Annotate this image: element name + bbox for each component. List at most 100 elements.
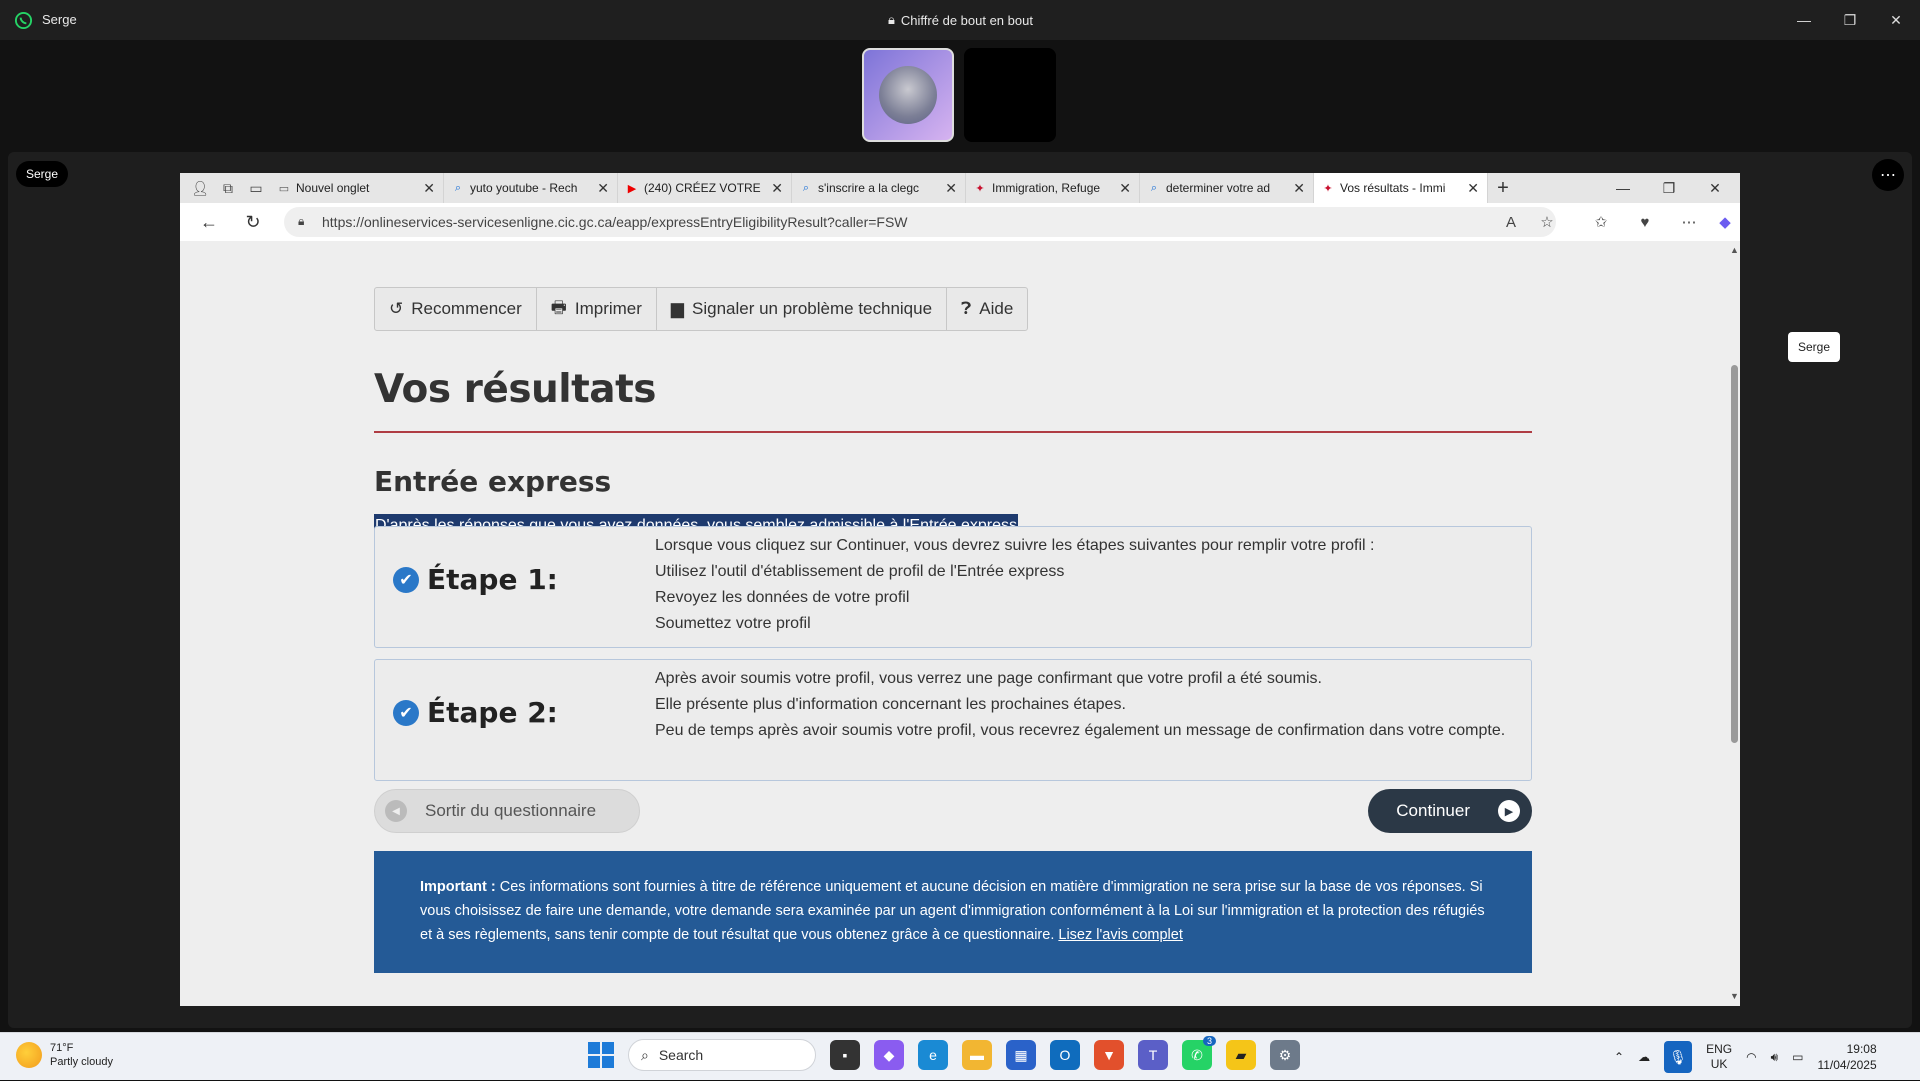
settings-more-icon[interactable]: ⋯ [1674, 207, 1704, 237]
copilot-app-icon[interactable]: ◆ [874, 1040, 904, 1070]
restart-icon: ↺ [389, 299, 404, 318]
copilot-icon[interactable]: ◆ [1710, 207, 1740, 237]
profile-icon[interactable]: 👤︎ [186, 173, 214, 203]
close-button[interactable]: ✕ [1876, 6, 1916, 34]
encryption-label: 🔒︎ Chiffré de bout en bout [888, 12, 1033, 28]
windows-start-icon[interactable] [588, 1042, 614, 1068]
taskbar-search[interactable]: ⌕ Search [628, 1039, 816, 1071]
lock-icon: 🔒︎ [298, 214, 305, 228]
read-aloud-icon[interactable]: A [1496, 207, 1526, 237]
important-notice: Important : Ces informations sont fourni… [374, 851, 1532, 973]
page-title: Vos résultats [374, 367, 656, 412]
language-indicator[interactable]: ENG UK [1706, 1042, 1732, 1072]
sticky-notes-icon[interactable]: ▰ [1226, 1040, 1256, 1070]
section-title: Entrée express [374, 465, 612, 498]
step-2-panel: ✔ Étape 2: Après avoir soumis votre profi… [374, 659, 1532, 781]
report-problem-button[interactable]: ▆ Signaler un problème technique [657, 288, 948, 330]
wifi-icon[interactable]: ◠ [1746, 1050, 1756, 1064]
close-tab-icon[interactable]: ✕ [597, 180, 609, 197]
partly-cloudy-icon [16, 1042, 42, 1068]
step-2-label: ✔ Étape 2: [393, 696, 558, 729]
search-icon: ⌕ [802, 181, 810, 194]
outlook-icon[interactable]: O [1050, 1040, 1080, 1070]
url-field[interactable]: 🔒︎ https://onlineservices-servicesenlign… [284, 207, 1556, 237]
microphone-icon[interactable]: 🎙︎ [1664, 1041, 1693, 1073]
page-scrollbar[interactable]: ▲ ▼ [1728, 241, 1740, 1006]
tab-actions-icon[interactable]: ▭ [242, 173, 270, 203]
page-icon: ▭ [278, 182, 290, 195]
tab-title: Vos résultats - Immi [1340, 181, 1446, 195]
collections-icon[interactable]: ⧉ [214, 173, 242, 203]
clock[interactable]: 19:08 11/04/2025 [1817, 1041, 1876, 1073]
chevron-up-icon[interactable]: ⌃ [1614, 1050, 1624, 1064]
checkmark-icon: ✔ [393, 699, 419, 726]
tab-title: determiner votre ad [1166, 181, 1271, 195]
file-explorer-icon[interactable]: ▬ [962, 1040, 992, 1070]
browser-tab[interactable]: ⌕ yuto youtube - Rech ✕ [444, 173, 618, 203]
browser-tab[interactable]: ▶ (240) CRÉEZ VOTRE I ✕ [618, 173, 792, 203]
battery-icon[interactable]: ▭ [1792, 1050, 1803, 1064]
close-tab-icon[interactable]: ✕ [945, 180, 957, 197]
taskbar-apps: ⌕ Search ▪ ◆ e ▬ ▦ O ▼ T ✆ 3 ▰ ⚙ [588, 1036, 1300, 1071]
print-button[interactable]: 🖶︎ Imprimer [537, 288, 657, 330]
close-tab-icon[interactable]: ✕ [1119, 180, 1131, 197]
close-tab-icon[interactable]: ✕ [771, 180, 783, 197]
task-view-icon[interactable]: ▪ [830, 1040, 860, 1070]
refresh-icon[interactable]: ↻ [238, 207, 268, 237]
scrollbar-thumb[interactable] [1731, 365, 1738, 743]
store-icon[interactable]: ▦ [1006, 1040, 1036, 1070]
browser-restore-button[interactable]: ❐ [1646, 173, 1692, 203]
continue-button[interactable]: Continuer ▶ [1368, 789, 1532, 833]
participant-name-badge: Serge [16, 161, 69, 187]
step-1-panel: ✔ Étape 1: Lorsque vous cliquez sur Conti… [374, 526, 1532, 648]
participant-thumbnail-self[interactable] [862, 48, 954, 142]
search-icon: ⌕ [1150, 181, 1158, 194]
maximize-button[interactable]: ❐ [1830, 6, 1870, 34]
youtube-icon: ▶ [627, 182, 637, 195]
read-full-notice-link[interactable]: Lisez l'avis complet [1058, 927, 1182, 943]
browser-tab[interactable]: ⌕ s'inscrire a la clegc ✕ [792, 173, 966, 203]
search-icon: ⌕ [641, 1046, 649, 1063]
weather-widget[interactable]: 71°F Partly cloudy [16, 1041, 113, 1069]
close-tab-icon[interactable]: ✕ [1293, 180, 1305, 197]
favorite-star-icon[interactable]: ☆ [1532, 207, 1562, 237]
browser-minimize-button[interactable]: — [1600, 173, 1646, 203]
restart-button[interactable]: ↺ Recommencer [375, 288, 537, 330]
browser-essentials-icon[interactable]: ♥ [1630, 207, 1660, 237]
brave-icon[interactable]: ▼ [1094, 1040, 1124, 1070]
exit-questionnaire-button[interactable]: ◀ Sortir du questionnaire [374, 789, 640, 833]
tab-title: Immigration, Refuge [992, 181, 1101, 195]
minimize-button[interactable]: — [1784, 6, 1824, 34]
tab-title: yuto youtube - Rech [470, 181, 578, 195]
whatsapp-taskbar-icon[interactable]: ✆ 3 [1182, 1036, 1216, 1070]
back-arrow-icon: ◀ [385, 800, 407, 822]
system-tray: ⌃ ☁ 🎙︎ ENG UK ◠ 🔊︎ ▭ 19:08 11/04/2025 [1614, 1033, 1877, 1081]
lock-icon: 🔒︎ [888, 12, 895, 27]
favorites-icon[interactable]: ✩ [1586, 207, 1616, 237]
browser-close-button[interactable]: ✕ [1692, 173, 1738, 203]
onedrive-icon[interactable]: ☁ [1638, 1050, 1650, 1064]
address-bar-row: ← ↻ 🔒︎ https://onlineservices-servicesen… [180, 203, 1740, 241]
edge-icon[interactable]: e [918, 1040, 948, 1070]
teams-icon[interactable]: T [1138, 1040, 1168, 1070]
scroll-up-icon[interactable]: ▲ [1730, 245, 1739, 255]
tab-strip: 👤︎ ⧉ ▭ ▭ Nouvel onglet ✕ ⌕ yuto youtube - Re… [180, 173, 1740, 203]
checkmark-icon: ✔ [393, 566, 419, 593]
volume-icon[interactable]: 🔊︎ [1771, 1050, 1779, 1065]
settings-gear-icon[interactable]: ⚙ [1270, 1040, 1300, 1070]
browser-tab[interactable]: ✦ Immigration, Refuge ✕ [966, 173, 1140, 203]
browser-tab[interactable]: ⌕ determiner votre ad ✕ [1140, 173, 1314, 203]
forward-arrow-icon: ▶ [1498, 800, 1520, 822]
tab-list: ▭ Nouvel onglet ✕ ⌕ yuto youtube - Rech ✕ ▶ (24… [270, 173, 1488, 203]
more-options-button[interactable]: ⋯ [1872, 159, 1904, 191]
help-button[interactable]: ❓︎ Aide [947, 288, 1027, 330]
back-icon[interactable]: ← [194, 207, 224, 237]
browser-tab[interactable]: ✦ Vos résultats - Immi ✕ [1314, 173, 1488, 203]
new-tab-button[interactable]: + [1488, 173, 1518, 203]
maple-leaf-icon: ✦ [1323, 182, 1333, 195]
scroll-down-icon[interactable]: ▼ [1730, 991, 1739, 1001]
browser-tab[interactable]: ▭ Nouvel onglet ✕ [270, 173, 444, 203]
close-tab-icon[interactable]: ✕ [423, 180, 435, 197]
close-tab-icon[interactable]: ✕ [1467, 180, 1479, 197]
participant-thumbnail-other[interactable] [964, 48, 1056, 142]
